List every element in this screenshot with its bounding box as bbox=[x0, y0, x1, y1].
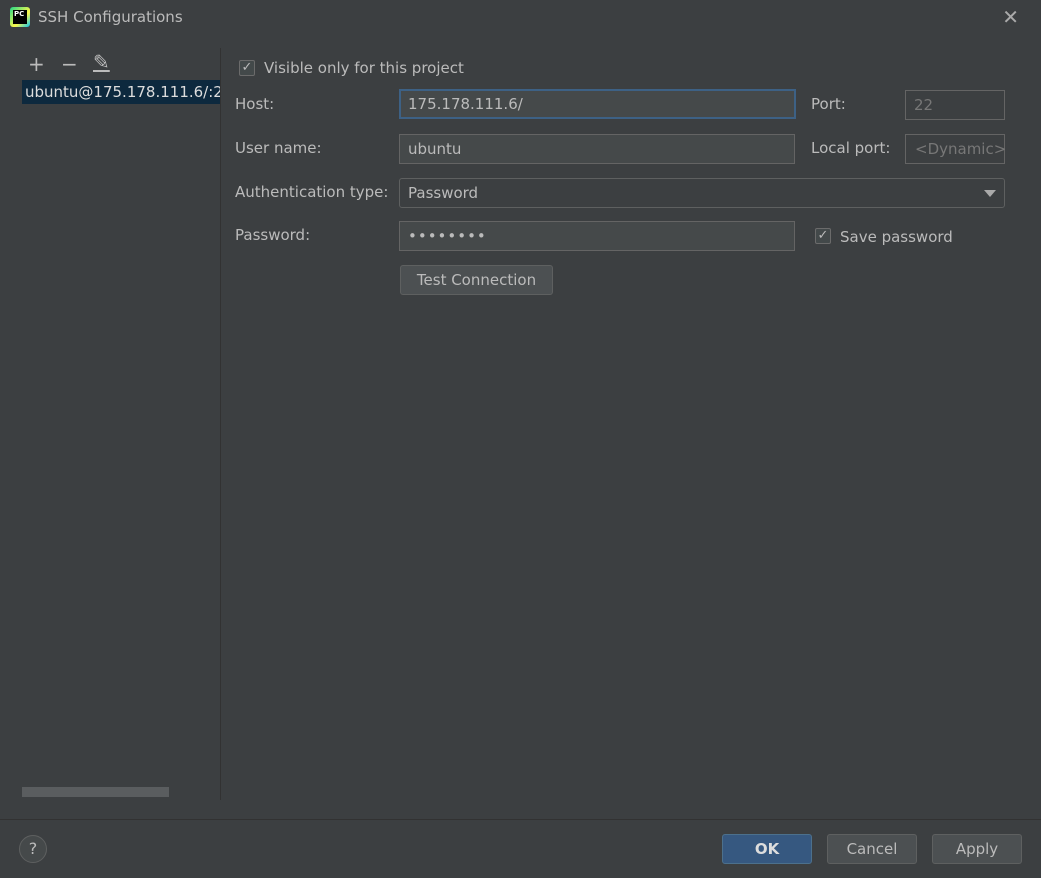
password-label: Password: bbox=[235, 226, 311, 244]
add-icon[interactable]: + bbox=[28, 52, 45, 76]
edit-icon[interactable]: ✎ bbox=[93, 50, 110, 74]
auth-type-select[interactable]: Password bbox=[399, 178, 1005, 208]
apply-button[interactable]: Apply bbox=[932, 834, 1022, 864]
remove-icon[interactable]: − bbox=[61, 52, 78, 76]
local-port-input[interactable]: <Dynamic> bbox=[905, 134, 1006, 164]
port-input[interactable]: 22 bbox=[905, 90, 1005, 120]
visible-only-checkbox[interactable]: ✓ bbox=[239, 60, 255, 76]
save-password-checkbox[interactable]: ✓ bbox=[815, 228, 831, 244]
pycharm-logo-icon: PC bbox=[10, 7, 30, 27]
divider bbox=[0, 819, 1041, 820]
visible-only-label: Visible only for this project bbox=[264, 59, 464, 77]
username-input[interactable]: ubuntu bbox=[399, 134, 795, 164]
cancel-button[interactable]: Cancel bbox=[827, 834, 917, 864]
close-icon[interactable]: ✕ bbox=[1002, 5, 1019, 29]
divider bbox=[220, 48, 221, 800]
test-connection-button[interactable]: Test Connection bbox=[400, 265, 553, 295]
host-label: Host: bbox=[235, 95, 275, 113]
help-button[interactable]: ? bbox=[19, 835, 47, 863]
save-password-label: Save password bbox=[840, 228, 953, 246]
auth-type-label: Authentication type: bbox=[235, 183, 389, 201]
password-input[interactable]: •••••••• bbox=[399, 221, 795, 251]
ok-button[interactable]: OK bbox=[722, 834, 812, 864]
list-item[interactable]: ubuntu@175.178.111.6/:22 bbox=[22, 80, 220, 104]
local-port-label: Local port: bbox=[811, 139, 891, 157]
chevron-down-icon bbox=[984, 190, 996, 197]
username-label: User name: bbox=[235, 139, 322, 157]
horizontal-scrollbar[interactable] bbox=[22, 787, 169, 797]
auth-type-value: Password bbox=[408, 184, 479, 202]
window-title: SSH Configurations bbox=[38, 8, 183, 26]
port-label: Port: bbox=[811, 95, 846, 113]
host-input[interactable]: 175.178.111.6/ bbox=[399, 89, 796, 119]
